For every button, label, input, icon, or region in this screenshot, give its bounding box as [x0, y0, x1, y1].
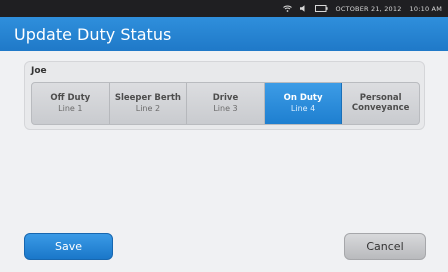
- status-title: Off Duty: [50, 92, 91, 103]
- status-off-duty[interactable]: Off Duty Line 1: [32, 83, 110, 124]
- status-title: On Duty: [283, 92, 323, 103]
- driver-status-card: Joe Off Duty Line 1 Sleeper Berth Line 2…: [24, 61, 425, 130]
- status-bar: OCTOBER 21, 2012 10:10 AM: [0, 0, 448, 17]
- save-button[interactable]: Save: [24, 233, 113, 260]
- status-personal-conveyance[interactable]: Personal Conveyance: [342, 83, 419, 124]
- speaker-icon: [299, 5, 307, 12]
- title-bar: Update Duty Status: [0, 17, 448, 51]
- status-on-duty[interactable]: On Duty Line 4: [264, 83, 343, 124]
- driver-name: Joe: [31, 66, 47, 76]
- status-subtitle: Line 2: [135, 104, 161, 114]
- wifi-icon: [282, 5, 292, 12]
- duty-status-selector: Off Duty Line 1 Sleeper Berth Line 2 Dri…: [31, 82, 420, 125]
- status-sleeper-berth[interactable]: Sleeper Berth Line 2: [110, 83, 188, 124]
- status-subtitle: Line 1: [58, 104, 83, 114]
- status-subtitle: Line 4: [290, 104, 316, 114]
- page-title: Update Duty Status: [14, 24, 172, 44]
- status-time: 10:10 AM: [409, 4, 442, 13]
- battery-icon: [314, 5, 328, 12]
- status-title: Personal Conveyance: [351, 92, 410, 113]
- status-drive[interactable]: Drive Line 3: [187, 83, 265, 124]
- status-date: OCTOBER 21, 2012: [335, 4, 402, 13]
- status-title: Sleeper Berth: [114, 92, 181, 103]
- status-title: Drive: [212, 92, 239, 103]
- status-subtitle: Line 3: [213, 104, 238, 114]
- cancel-button[interactable]: Cancel: [344, 233, 426, 260]
- update-duty-status-screen: OCTOBER 21, 2012 10:10 AM Update Duty St…: [0, 0, 448, 272]
